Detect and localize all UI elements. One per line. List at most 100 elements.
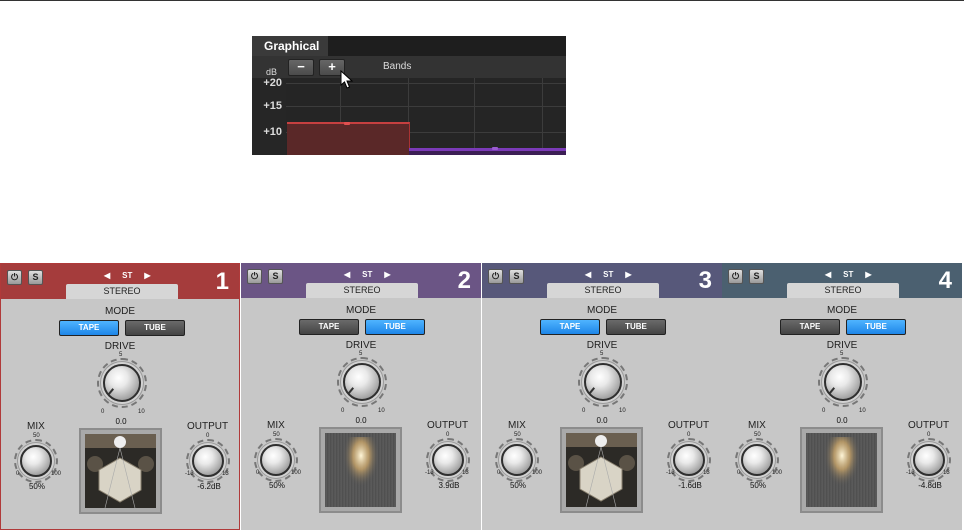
output-label: OUTPUT (187, 421, 229, 432)
next-arrow-icon[interactable]: ▶ (625, 270, 631, 279)
mix-scale-max: 100 (532, 470, 543, 476)
mix-label: MIX (748, 420, 766, 431)
tube-button[interactable]: TUBE (606, 319, 666, 335)
band-2-handle[interactable] (492, 147, 498, 150)
drive-scale-min: 0 (341, 408, 345, 414)
tape-reel-icon (85, 434, 156, 508)
drive-scale-max: 10 (619, 408, 626, 414)
solo-button[interactable]: S (268, 269, 283, 284)
drive-knob[interactable] (824, 363, 862, 401)
drive-label: DRIVE (586, 340, 618, 351)
tape-button[interactable]: TAPE (299, 319, 359, 335)
prev-arrow-icon[interactable]: ◀ (344, 270, 350, 279)
y-tick-label: +10 (263, 126, 282, 138)
next-arrow-icon[interactable]: ▶ (865, 270, 871, 279)
drive-value: 0.0 (115, 417, 127, 426)
mix-knob[interactable] (20, 445, 52, 477)
drive-knob[interactable] (103, 364, 141, 402)
drive-scale-min: 0 (101, 409, 105, 415)
channel-selector[interactable]: ◀ ST ▶ (338, 270, 397, 279)
output-scale-max: 13 (462, 470, 469, 476)
tab-stereo[interactable]: STEREO (787, 283, 899, 298)
channel-mode-label: ST (122, 271, 133, 280)
tape-button[interactable]: TAPE (540, 319, 600, 335)
channel-selector[interactable]: ◀ ST ▶ (98, 271, 157, 280)
channel-selector[interactable]: ◀ ST ▶ (579, 270, 638, 279)
band-number: 4 (938, 267, 952, 294)
mix-scale-max: 100 (291, 470, 302, 476)
tube-button[interactable]: TUBE (365, 319, 425, 335)
tape-visual (560, 427, 643, 513)
output-value: 3.9dB (438, 481, 460, 490)
tape-visual (79, 428, 162, 514)
tape-button[interactable]: TAPE (59, 320, 119, 336)
power-icon[interactable]: ⏻ (488, 269, 503, 284)
remove-band-button[interactable]: − (288, 59, 314, 76)
next-arrow-icon[interactable]: ▶ (384, 270, 390, 279)
solo-button[interactable]: S (28, 270, 43, 285)
solo-button[interactable]: S (749, 269, 764, 284)
tube-visual (800, 427, 883, 513)
tab-stereo[interactable]: STEREO (306, 283, 418, 298)
tube-button[interactable]: TUBE (846, 319, 906, 335)
tab-graphical[interactable]: Graphical (252, 36, 328, 56)
drive-knob[interactable] (343, 363, 381, 401)
output-knob[interactable] (192, 445, 224, 477)
mix-scale-min: 0 (737, 470, 741, 476)
drive-scale-min: 0 (822, 408, 826, 414)
tape-reel-icon (566, 433, 637, 507)
power-icon[interactable]: ⏻ (7, 270, 22, 285)
power-icon[interactable]: ⏻ (728, 269, 743, 284)
tube-glow-icon (343, 437, 379, 499)
prev-arrow-icon[interactable]: ◀ (104, 271, 110, 280)
output-knob[interactable] (913, 444, 945, 476)
grid-line (286, 106, 566, 107)
mix-label: MIX (27, 421, 45, 432)
band-2-region[interactable] (409, 148, 566, 155)
module-header: ⏻ S ◀ ST ▶ 4 STEREO (722, 263, 962, 298)
mix-knob[interactable] (501, 444, 533, 476)
drive-scale-min: 0 (582, 408, 586, 414)
tab-stereo[interactable]: STEREO (547, 283, 659, 298)
tab-stereo[interactable]: STEREO (66, 284, 178, 299)
band-module-1[interactable]: ⏻ S ◀ ST ▶ 1 STEREO MODE TAPE TUBE DRIVE 5… (0, 263, 240, 530)
output-value: -6.2dB (197, 482, 221, 491)
band-module-3[interactable]: ⏻ S ◀ ST ▶ 3 STEREO MODE TAPE TUBE DRIVE 5… (482, 263, 722, 530)
mode-label: MODE (827, 305, 857, 316)
graphical-editor[interactable]: Graphical − + Bands dB +20 +15 +10 (252, 36, 566, 155)
module-header: ⏻ S ◀ ST ▶ 2 STEREO (241, 263, 481, 298)
y-tick-label: +15 (263, 100, 282, 112)
output-label: OUTPUT (668, 420, 710, 431)
mix-scale-min: 0 (497, 470, 501, 476)
band-1-region[interactable] (287, 122, 410, 155)
db-unit-label: dB (266, 67, 278, 77)
drive-value: 0.0 (596, 416, 608, 425)
output-knob[interactable] (432, 444, 464, 476)
output-scale-min: -13 (906, 470, 915, 476)
output-scale-min: -13 (185, 471, 194, 477)
power-icon[interactable]: ⏻ (247, 269, 262, 284)
solo-button[interactable]: S (509, 269, 524, 284)
prev-arrow-icon[interactable]: ◀ (825, 270, 831, 279)
mix-value: 50% (749, 481, 766, 490)
output-knob[interactable] (673, 444, 705, 476)
tube-glow-icon (824, 437, 860, 499)
band-module-2[interactable]: ⏻ S ◀ ST ▶ 2 STEREO MODE TAPE TUBE DRIVE 5… (241, 263, 481, 530)
band-number: 2 (457, 267, 471, 294)
channel-mode-label: ST (362, 270, 373, 279)
next-arrow-icon[interactable]: ▶ (144, 271, 150, 280)
band-1-handle[interactable] (344, 122, 350, 125)
band-module-4[interactable]: ⏻ S ◀ ST ▶ 4 STEREO MODE TAPE TUBE DRIVE 5… (722, 263, 962, 530)
tape-button[interactable]: TAPE (780, 319, 840, 335)
tube-button[interactable]: TUBE (125, 320, 185, 336)
mix-knob[interactable] (741, 444, 773, 476)
mix-knob[interactable] (260, 444, 292, 476)
output-scale-max: 13 (943, 470, 950, 476)
mix-scale-max: 100 (51, 471, 62, 477)
prev-arrow-icon[interactable]: ◀ (585, 270, 591, 279)
drive-knob[interactable] (584, 363, 622, 401)
mix-label: MIX (267, 420, 285, 431)
grid-line (286, 83, 566, 84)
channel-selector[interactable]: ◀ ST ▶ (819, 270, 878, 279)
mix-scale-max: 100 (772, 470, 783, 476)
